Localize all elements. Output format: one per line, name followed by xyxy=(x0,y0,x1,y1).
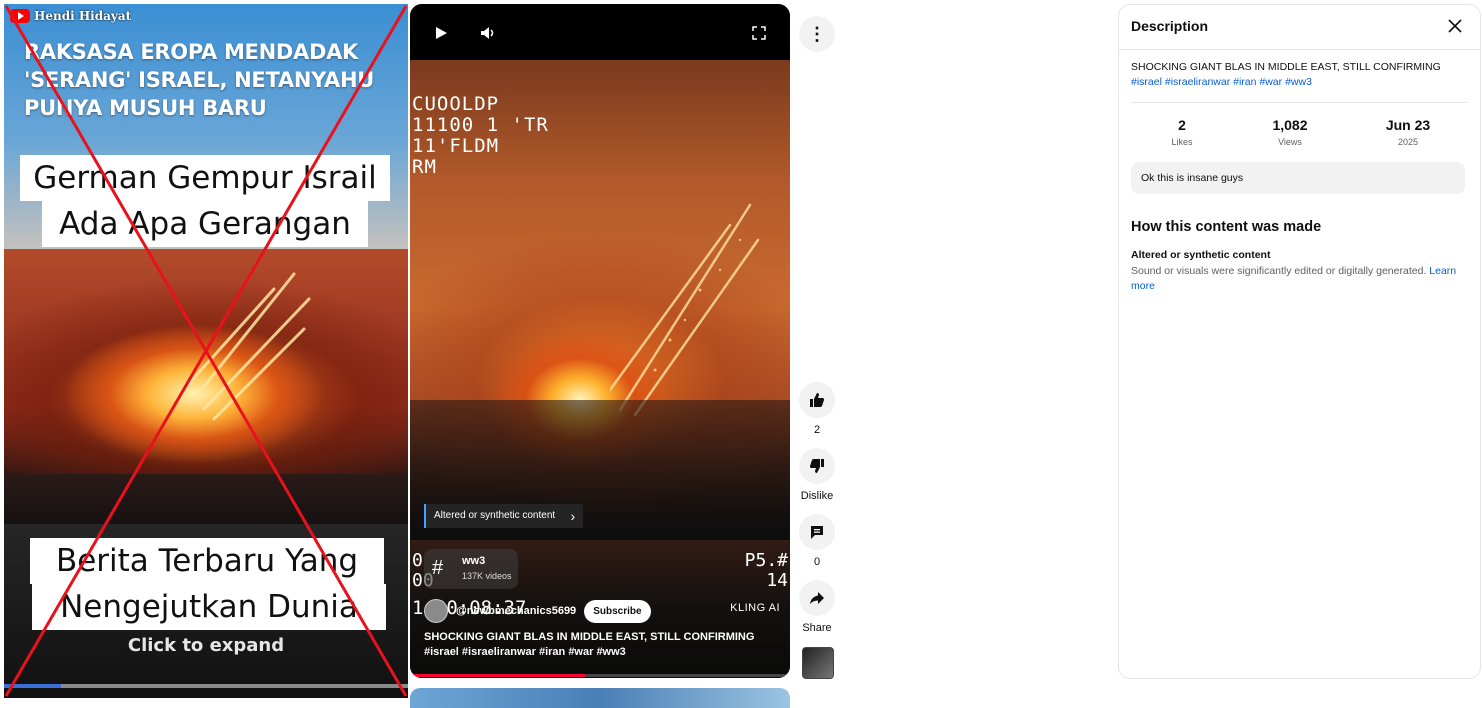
channel-handle[interactable]: @newbmechanics5699 xyxy=(456,605,576,617)
caption-bottom-line-2: Nengejutkan Dunia xyxy=(32,584,386,630)
description-text: SHOCKING GIANT BLAS IN MIDDLE EAST, STIL… xyxy=(1131,60,1466,90)
altered-content-body: Sound or visuals were significantly edit… xyxy=(1131,265,1430,277)
share-arrow-icon xyxy=(810,592,824,604)
like-button-circle[interactable] xyxy=(799,382,835,418)
share-label: Share xyxy=(802,622,832,634)
thumbnail-headline: RAKSASA EROPA MENDADAK 'SERANG' ISRAEL, … xyxy=(24,40,374,120)
video-progress-bar[interactable] xyxy=(410,674,790,677)
comments-button[interactable]: 0 xyxy=(797,514,837,568)
likes-stat-label: Likes xyxy=(1171,137,1193,147)
volume-icon[interactable] xyxy=(480,26,496,40)
video-caption-hashtags[interactable]: #israel #israeliranwar #iran #war #ww3 xyxy=(424,646,626,658)
caption-top-line-2: Ada Apa Gerangan xyxy=(42,201,368,247)
channel-badge: Hendi Hidayat xyxy=(10,9,131,23)
views-stat-label: Views xyxy=(1278,137,1302,147)
hashtag-name: ww3 xyxy=(462,555,486,567)
altered-content-description: Sound or visuals were significantly edit… xyxy=(1131,264,1466,294)
video-missile-streaks-image xyxy=(610,203,760,417)
comment-count: 0 xyxy=(813,556,821,568)
dislike-button[interactable]: Dislike xyxy=(797,448,837,502)
kling-ai-watermark: KLING AI xyxy=(730,602,780,614)
shorts-video-player[interactable]: CUOOLDP 11100 1 'TR 11'FLDM RM 0 00 1 00… xyxy=(410,4,790,678)
dislike-label: Dislike xyxy=(800,490,834,502)
date-stat: Jun 23 2025 xyxy=(1353,117,1463,147)
next-short-preview[interactable] xyxy=(410,688,790,708)
altered-content-label: Altered or synthetic content xyxy=(434,510,556,521)
close-icon[interactable] xyxy=(1446,17,1464,35)
how-content-made-heading: How this content was made xyxy=(1131,219,1322,235)
thumbnail-progress-fill xyxy=(4,684,61,688)
more-vert-icon: ⋮ xyxy=(808,24,826,44)
like-count: 2 xyxy=(813,424,821,436)
dislike-button-circle[interactable] xyxy=(799,448,835,484)
video-caption[interactable]: SHOCKING GIANT BLAS IN MIDDLE EAST, STIL… xyxy=(424,630,774,660)
share-button-circle[interactable] xyxy=(799,580,835,616)
altered-content-heading: Altered or synthetic content xyxy=(1131,249,1271,261)
video-progress-fill xyxy=(410,674,585,677)
player-top-bar xyxy=(410,4,790,60)
hashtag-icon: # xyxy=(432,557,444,579)
description-hashtags[interactable]: #israel #israeliranwar #iran #war #ww3 xyxy=(1131,76,1312,88)
description-panel: Description SHOCKING GIANT BLAS IN MIDDL… xyxy=(1118,4,1481,679)
hashtag-video-count: 137K videos xyxy=(462,571,512,581)
click-to-expand-link[interactable]: Click to expand xyxy=(4,635,408,656)
caption-top-line-1: German Gempur Israil xyxy=(20,155,390,201)
fact-check-thumbnail[interactable]: Hendi Hidayat RAKSASA EROPA MENDADAK 'SE… xyxy=(4,4,408,698)
views-stat: 1,082 Views xyxy=(1235,117,1345,147)
comments-button-circle[interactable] xyxy=(799,514,835,550)
youtube-logo-icon xyxy=(10,9,30,23)
caption-bottom-line-1: Berita Terbaru Yang xyxy=(30,538,384,584)
channel-avatar[interactable] xyxy=(424,599,448,623)
hashtag-pill[interactable]: # ww3 137K videos xyxy=(424,549,518,589)
date-stat-value: Jun 23 xyxy=(1385,117,1431,133)
comment-icon xyxy=(811,526,823,539)
date-stat-year: 2025 xyxy=(1397,137,1419,147)
channel-row: @newbmechanics5699 Subscribe xyxy=(424,598,651,624)
sound-avatar-thumbnail[interactable] xyxy=(802,647,834,679)
video-right-edge-text: P5.# 14 xyxy=(744,550,788,591)
pinned-comment[interactable]: Ok this is insane guys xyxy=(1131,162,1465,194)
chevron-right-icon: › xyxy=(570,508,576,524)
channel-name: Hendi Hidayat xyxy=(34,9,132,23)
altered-content-chip[interactable]: Altered or synthetic content › xyxy=(424,504,584,528)
play-icon[interactable] xyxy=(434,26,448,40)
description-title: Description xyxy=(1131,18,1209,34)
likes-stat-value: 2 xyxy=(1178,117,1186,133)
thumbnail-progress-bar xyxy=(4,684,408,688)
thumbs-up-icon xyxy=(810,393,824,407)
description-body: SHOCKING GIANT BLAS IN MIDDLE EAST, STIL… xyxy=(1131,61,1441,73)
video-caption-text: SHOCKING GIANT BLAS IN MIDDLE EAST, STIL… xyxy=(424,631,755,643)
share-button[interactable]: Share xyxy=(797,580,837,634)
fullscreen-icon[interactable] xyxy=(752,26,766,40)
description-header: Description xyxy=(1119,5,1480,50)
more-options-button[interactable]: ⋮ xyxy=(799,16,835,52)
likes-stat: 2 Likes xyxy=(1127,117,1237,147)
like-button[interactable]: 2 xyxy=(797,382,837,436)
views-stat-value: 1,082 xyxy=(1272,117,1308,133)
stats-divider xyxy=(1131,102,1467,103)
thumbs-down-icon xyxy=(810,459,824,473)
video-glitch-text: CUOOLDP 11100 1 'TR 11'FLDM RM xyxy=(412,93,549,178)
missile-streaks-image xyxy=(184,272,311,421)
subscribe-button[interactable]: Subscribe xyxy=(584,599,651,623)
